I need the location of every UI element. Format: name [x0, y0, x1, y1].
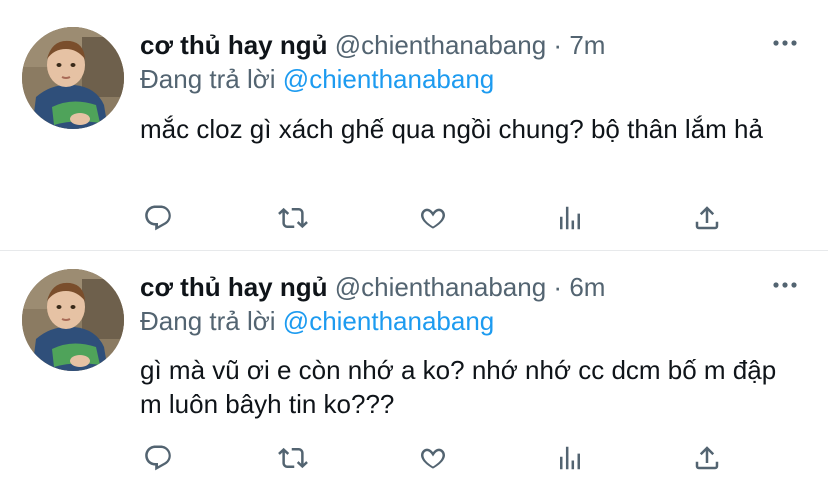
tweet[interactable]: cơ thủ hay ngủ @chienthanabang · 7m Đang… — [0, 0, 828, 251]
replying-prefix: Đang trả lời — [140, 306, 276, 336]
action-bar — [0, 196, 828, 240]
analytics-icon — [560, 206, 580, 230]
tweet-header: cơ thủ hay ngủ @chienthanabang · 6m — [140, 272, 605, 302]
avatar[interactable] — [22, 269, 124, 371]
heart-icon — [421, 208, 445, 229]
separator-dot: · — [553, 272, 563, 302]
share-button[interactable] — [685, 196, 729, 240]
timestamp[interactable]: 6m — [569, 272, 605, 302]
share-icon — [695, 206, 719, 230]
retweet-icon — [278, 207, 308, 229]
tweet-header: cơ thủ hay ngủ @chienthanabang · 7m — [140, 30, 605, 60]
share-icon — [695, 446, 719, 470]
replying-to: Đang trả lời @chienthanabang — [140, 306, 494, 336]
reply-icon — [145, 445, 171, 471]
timestamp[interactable]: 7m — [569, 30, 605, 60]
author-name[interactable]: cơ thủ hay ngủ — [140, 30, 327, 60]
analytics-icon — [560, 446, 580, 470]
mention-link[interactable]: @chienthanabang — [283, 306, 494, 336]
avatar[interactable] — [22, 27, 124, 129]
heart-icon — [421, 448, 445, 469]
analytics-button[interactable] — [548, 436, 592, 480]
replying-to: Đang trả lời @chienthanabang — [140, 64, 494, 94]
reply-icon — [145, 205, 171, 231]
retweet-button[interactable] — [271, 196, 315, 240]
replying-prefix: Đang trả lời — [140, 64, 276, 94]
author-handle[interactable]: @chienthanabang — [335, 272, 546, 302]
like-button[interactable] — [411, 436, 455, 480]
mention-link[interactable]: @chienthanabang — [283, 64, 494, 94]
like-button[interactable] — [411, 196, 455, 240]
tweet-text: mắc cloz gì xách ghế qua ngồi chung? bộ … — [140, 114, 763, 144]
tweet-text: gì mà vũ ơi e còn nhớ a ko? nhớ nhớ cc d… — [140, 355, 777, 419]
reply-button[interactable] — [136, 436, 180, 480]
author-handle[interactable]: @chienthanabang — [335, 30, 546, 60]
analytics-button[interactable] — [548, 196, 592, 240]
share-button[interactable] — [685, 436, 729, 480]
tweet[interactable]: cơ thủ hay ngủ @chienthanabang · 6m Đang… — [0, 251, 828, 493]
retweet-icon — [278, 447, 308, 469]
separator-dot: · — [553, 30, 563, 60]
more-horizontal-icon[interactable] — [770, 28, 800, 58]
action-bar — [0, 436, 828, 480]
reply-button[interactable] — [136, 196, 180, 240]
retweet-button[interactable] — [271, 436, 315, 480]
more-horizontal-icon[interactable] — [770, 270, 800, 300]
author-name[interactable]: cơ thủ hay ngủ — [140, 272, 327, 302]
